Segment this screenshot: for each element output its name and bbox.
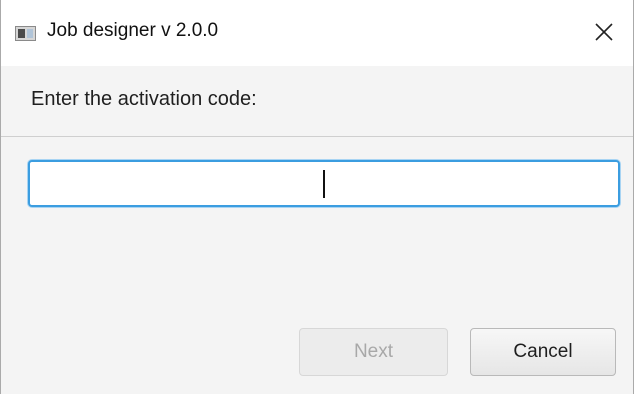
window-title: Job designer v 2.0.0 [47, 20, 219, 41]
activation-code-prompt: Enter the activation code: [31, 88, 257, 110]
close-icon [595, 23, 613, 41]
dialog-header: Enter the activation code: [1, 66, 633, 137]
cancel-button[interactable]: Cancel [470, 328, 616, 376]
next-button[interactable]: Next [299, 328, 448, 376]
dialog-window: Job designer v 2.0.0 Enter the activatio… [0, 0, 634, 394]
close-button[interactable] [573, 0, 633, 66]
title-bar: Job designer v 2.0.0 [1, 0, 633, 66]
app-window-icon [15, 26, 36, 41]
text-caret [323, 170, 325, 198]
